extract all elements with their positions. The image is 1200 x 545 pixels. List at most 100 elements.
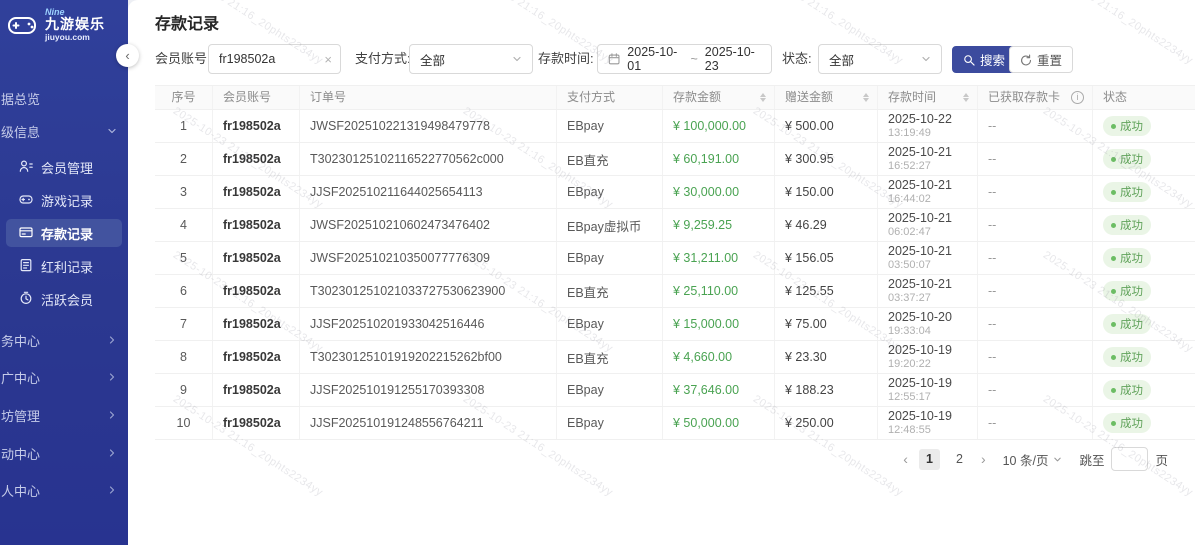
sidebar-item-bonus-records[interactable]: 红利记录 xyxy=(6,252,122,280)
sidebar-group-label: 务中心 xyxy=(1,331,40,350)
row-number: 6 xyxy=(155,275,213,307)
page-size-select[interactable]: 10 条/页 xyxy=(1003,450,1063,469)
cell-bonus-amount: ¥ 156.05 xyxy=(775,242,878,274)
cell-member-account: fr198502a xyxy=(213,242,300,274)
row-number: 10 xyxy=(155,407,213,439)
cell-status: 成功 xyxy=(1093,242,1195,274)
date-end: 2025-10-23 xyxy=(705,45,761,73)
sort-icon[interactable] xyxy=(963,93,969,102)
status-dot-icon xyxy=(1111,289,1116,294)
column-header-col-amount[interactable]: 存款金额 xyxy=(663,86,775,109)
cell-member-account: fr198502a xyxy=(213,374,300,406)
table-row: 4fr198502aJWSF202510210602473476402EBpay… xyxy=(155,209,1195,242)
date-range-picker[interactable]: 2025-10-01 ~ 2025-10-23 xyxy=(597,44,772,74)
cell-pay-method: EB直充 xyxy=(557,275,663,307)
search-button[interactable]: 搜索 xyxy=(952,46,1016,73)
reset-button[interactable]: 重置 xyxy=(1009,46,1073,73)
account-input[interactable] xyxy=(219,52,316,66)
cell-deposit-card: -- xyxy=(978,176,1093,208)
cell-deposit-card: -- xyxy=(978,143,1093,175)
status-dot-icon xyxy=(1111,322,1116,327)
jump-unit-label: 页 xyxy=(1155,450,1168,469)
sidebar-item-deposit-records[interactable]: 存款记录 xyxy=(6,219,122,247)
sidebar-group-label: 坊管理 xyxy=(1,406,40,425)
status-badge: 成功 xyxy=(1103,380,1151,400)
sidebar-group-label: 广中心 xyxy=(1,368,40,387)
sort-icon[interactable] xyxy=(760,93,766,102)
chevron-right-icon xyxy=(107,483,117,498)
cell-member-account: fr198502a xyxy=(213,143,300,175)
cell-bonus-amount: ¥ 125.55 xyxy=(775,275,878,307)
game-controller-logo-icon xyxy=(6,10,40,40)
sidebar-item-game-records[interactable]: 游戏记录 xyxy=(6,186,122,214)
deposit-card-icon xyxy=(19,225,33,242)
reset-icon xyxy=(1020,54,1032,66)
sidebar-group-promotion-center[interactable]: 广中心 xyxy=(1,368,127,388)
sidebar-group-personal-center[interactable]: 人中心 xyxy=(1,481,127,501)
table-row: 3fr198502aJJSF202510211644025654113EBpay… xyxy=(155,176,1195,209)
status-badge: 成功 xyxy=(1103,116,1151,136)
pay-method-label: 支付方式: xyxy=(355,44,411,74)
date-start: 2025-10-01 xyxy=(627,45,683,73)
cell-order-number: T30230125101919202215262bf00 xyxy=(300,341,557,373)
sidebar-item-label: 红利记录 xyxy=(41,257,93,276)
sidebar-group-info[interactable]: 级信息 xyxy=(1,121,127,141)
status-badge: 成功 xyxy=(1103,248,1151,268)
search-icon xyxy=(963,54,975,66)
gamepad-icon xyxy=(19,192,33,209)
date-separator: ~ xyxy=(690,52,697,66)
cell-deposit-time: 2025-10-2116:52:27 xyxy=(878,143,978,175)
cell-deposit-amount: ¥ 31,211.00 xyxy=(663,242,775,274)
cell-member-account: fr198502a xyxy=(213,407,300,439)
sort-icon[interactable] xyxy=(863,93,869,102)
column-header-col-time[interactable]: 存款时间 xyxy=(878,86,978,109)
status-badge: 成功 xyxy=(1103,314,1151,334)
cell-deposit-card: -- xyxy=(978,110,1093,142)
cell-status: 成功 xyxy=(1093,374,1195,406)
sidebar-item-active-members[interactable]: 活跃会员 xyxy=(6,285,122,313)
column-header-col-order: 订单号 xyxy=(300,86,557,109)
column-header-col-pay: 支付方式 xyxy=(557,86,663,109)
jump-to-page-input[interactable] xyxy=(1111,447,1148,471)
cell-bonus-amount: ¥ 500.00 xyxy=(775,110,878,142)
next-page-button[interactable]: › xyxy=(979,451,988,467)
chevron-right-icon xyxy=(107,370,117,385)
cell-deposit-card: -- xyxy=(978,209,1093,241)
sidebar-collapse-button[interactable]: ‹ xyxy=(116,44,139,67)
status-dot-icon xyxy=(1111,256,1116,261)
info-icon[interactable]: i xyxy=(1071,91,1084,104)
cell-order-number: JWSF202510210602473476402 xyxy=(300,209,557,241)
table-row: 8fr198502aT30230125101919202215262bf00EB… xyxy=(155,341,1195,374)
cell-deposit-time: 2025-10-2213:19:49 xyxy=(878,110,978,142)
cell-pay-method: EBpay xyxy=(557,110,663,142)
sidebar-group-activity-center[interactable]: 动中心 xyxy=(1,443,127,463)
chevron-right-icon xyxy=(107,446,117,461)
clear-input-icon[interactable]: × xyxy=(324,52,332,67)
page-number-1[interactable]: 1 xyxy=(919,449,940,470)
column-header-col-status: 状态 xyxy=(1093,86,1195,109)
sidebar-group-finance-center[interactable]: 务中心 xyxy=(1,330,127,350)
cell-order-number: JWSF202510210350077776309 xyxy=(300,242,557,274)
cell-deposit-card: -- xyxy=(978,407,1093,439)
sidebar-group-venue-management[interactable]: 坊管理 xyxy=(1,405,127,425)
prev-page-button[interactable]: ‹ xyxy=(901,451,910,467)
main-panel: 存款记录 会员账号: × 支付方式: 全部 存款时间: 2025-10-01 ~… xyxy=(128,0,1200,545)
logo[interactable]: Nine 九游娱乐 jiuyou.com xyxy=(6,8,105,42)
status-dot-icon xyxy=(1111,157,1116,162)
cell-status: 成功 xyxy=(1093,407,1195,439)
status-select[interactable]: 全部 xyxy=(818,44,942,74)
page-number-2[interactable]: 2 xyxy=(949,449,970,470)
cell-status: 成功 xyxy=(1093,341,1195,373)
pay-method-select[interactable]: 全部 xyxy=(409,44,533,74)
cell-order-number: JJSF202510191255170393308 xyxy=(300,374,557,406)
sidebar-item-overview[interactable]: 据总览 xyxy=(1,88,127,108)
column-header-col-bonus[interactable]: 赠送金额 xyxy=(775,86,878,109)
sidebar-item-member-management[interactable]: 会员管理 xyxy=(6,153,122,181)
calendar-icon xyxy=(608,52,620,66)
cell-order-number: JJSF202510191248556764211 xyxy=(300,407,557,439)
cell-member-account: fr198502a xyxy=(213,209,300,241)
page-numbers: 12 xyxy=(919,449,970,470)
cell-deposit-time: 2025-10-2116:44:02 xyxy=(878,176,978,208)
page-title: 存款记录 xyxy=(155,10,219,34)
cell-pay-method: EB直充 xyxy=(557,341,663,373)
